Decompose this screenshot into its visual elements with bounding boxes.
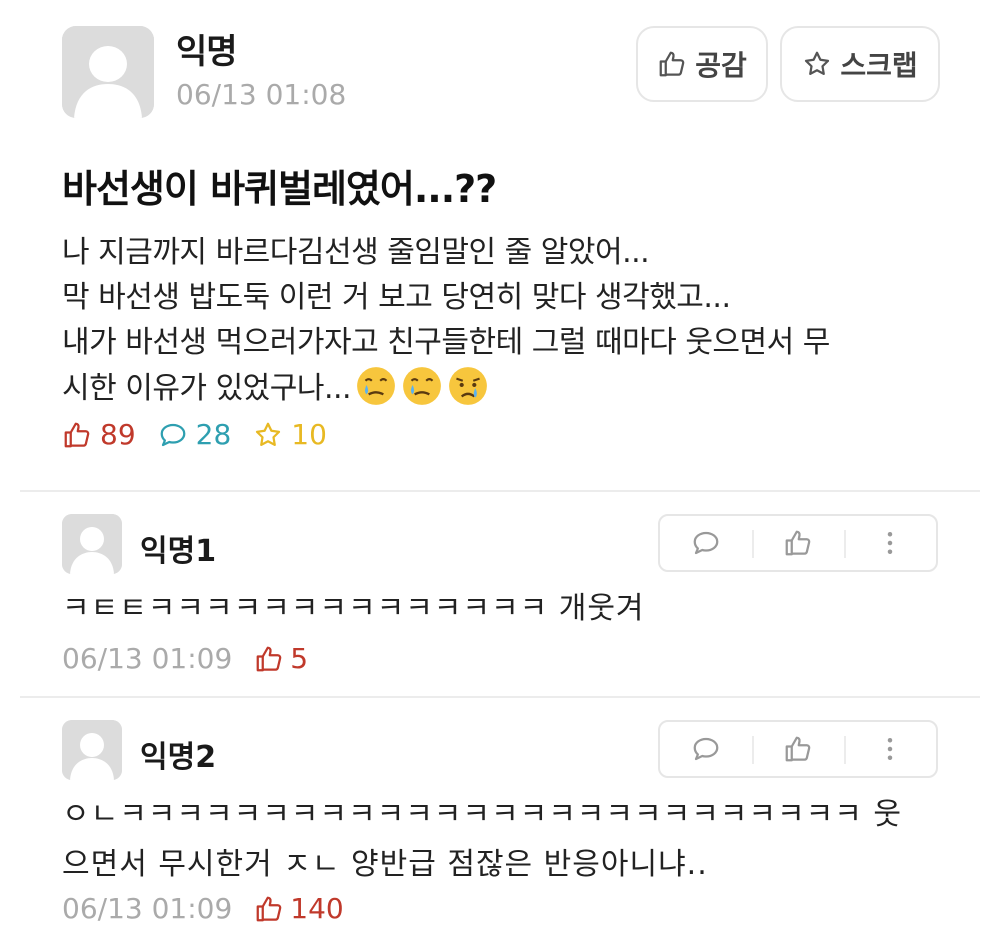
comment-text: ㅇㄴㅋㅋㅋㅋㅋㅋㅋㅋㅋㅋㅋㅋㅋㅋㅋㅋㅋㅋㅋㅋㅋㅋㅋㅋㅋㅋ 웃 으면서 무시한거 … — [62, 790, 942, 890]
comment-like-value: 5 — [290, 642, 309, 675]
post-body-line-text: 시한 이유가 있었구나... — [62, 371, 352, 406]
post-avatar — [62, 26, 154, 118]
crying-face-icon — [449, 367, 487, 405]
comment-avatar — [62, 720, 122, 780]
thumbs-up-icon — [785, 530, 811, 556]
comment-author: 익명2 — [140, 740, 217, 775]
default-avatar-icon — [62, 720, 122, 780]
thumbs-up-icon — [256, 896, 282, 921]
divider — [20, 490, 980, 492]
reply-button[interactable] — [660, 722, 752, 776]
face-holding-back-tears-icon — [357, 367, 395, 405]
scrap-count: 10 — [253, 418, 327, 451]
comment-meta: 06/13 01:09 5 — [62, 642, 308, 675]
comment-like-button[interactable] — [752, 722, 844, 776]
comment-avatar — [62, 514, 122, 574]
comment-author: 익명1 — [140, 534, 217, 569]
comment-time: 06/13 01:09 — [62, 892, 233, 925]
comment-text-line: ㅋㅌㅌㅋㅋㅋㅋㅋㅋㅋㅋㅋㅋㅋㅋㅋㅋ 개웃겨 — [62, 591, 645, 626]
comment-bubble-icon — [693, 531, 719, 555]
post-body: 나 지금까지 바르다김선생 줄임말인 줄 알았어... 막 바선생 밥도둑 이런… — [62, 230, 952, 411]
more-options-button[interactable] — [844, 722, 936, 776]
post-stats: 89 28 10 — [62, 418, 349, 451]
thumbs-up-icon — [659, 51, 685, 77]
scrap-button[interactable]: 스크랩 — [780, 26, 940, 102]
comment-actions — [658, 720, 938, 778]
comment-like-button[interactable] — [752, 516, 844, 570]
comment-time: 06/13 01:09 — [62, 642, 233, 675]
comment-text-line: ㅇㄴㅋㅋㅋㅋㅋㅋㅋㅋㅋㅋㅋㅋㅋㅋㅋㅋㅋㅋㅋㅋㅋㅋㅋㅋㅋㅋ 웃 — [62, 797, 902, 832]
post-time: 06/13 01:08 — [176, 78, 347, 111]
thumbs-up-icon — [256, 646, 282, 671]
comment-like-count: 5 — [254, 642, 308, 675]
like-count-value: 89 — [100, 418, 136, 451]
post-body-line: 나 지금까지 바르다김선생 줄임말인 줄 알았어... — [62, 235, 650, 270]
more-options-button[interactable] — [844, 516, 936, 570]
default-avatar-icon — [62, 514, 122, 574]
scrap-button-label: 스크랩 — [840, 49, 918, 82]
post-title: 바선생이 바퀴벌레였어...?? — [62, 167, 497, 211]
comment-like-count: 140 — [254, 892, 344, 925]
thumbs-up-icon — [785, 736, 811, 762]
more-vertical-icon — [887, 532, 893, 554]
comment-count: 28 — [158, 418, 232, 451]
thumbs-up-icon — [64, 422, 90, 447]
like-button-label: 공감 — [695, 49, 747, 82]
post-author: 익명 — [176, 32, 238, 72]
comment-bubble-icon — [160, 423, 186, 446]
comment-actions — [658, 514, 938, 572]
divider — [20, 696, 980, 698]
comment-count-value: 28 — [195, 418, 232, 451]
default-avatar-icon — [62, 26, 154, 118]
star-icon — [256, 422, 281, 446]
more-vertical-icon — [887, 738, 893, 760]
like-count: 89 — [62, 418, 136, 451]
post-body-line: 내가 바선생 먹으러가자고 친구들한테 그럴 때마다 웃으면서 무 — [62, 325, 830, 360]
face-holding-back-tears-icon — [403, 367, 441, 405]
like-button[interactable]: 공감 — [636, 26, 768, 102]
post-body-line: 막 바선생 밥도둑 이런 거 보고 당연히 맞다 생각했고... — [62, 280, 731, 315]
comment-bubble-icon — [693, 737, 719, 761]
reply-button[interactable] — [660, 516, 752, 570]
comment-text: ㅋㅌㅌㅋㅋㅋㅋㅋㅋㅋㅋㅋㅋㅋㅋㅋㅋ 개웃겨 — [62, 584, 942, 634]
scrap-count-value: 10 — [291, 418, 327, 451]
post-body-line-last: 시한 이유가 있었구나... — [62, 365, 952, 411]
star-icon — [805, 51, 830, 75]
comment-text-line: 으면서 무시한거 ㅈㄴ 양반급 점잖은 반응아니냐.. — [62, 847, 708, 882]
comment-like-value: 140 — [290, 892, 344, 925]
comment-meta: 06/13 01:09 140 — [62, 892, 344, 925]
